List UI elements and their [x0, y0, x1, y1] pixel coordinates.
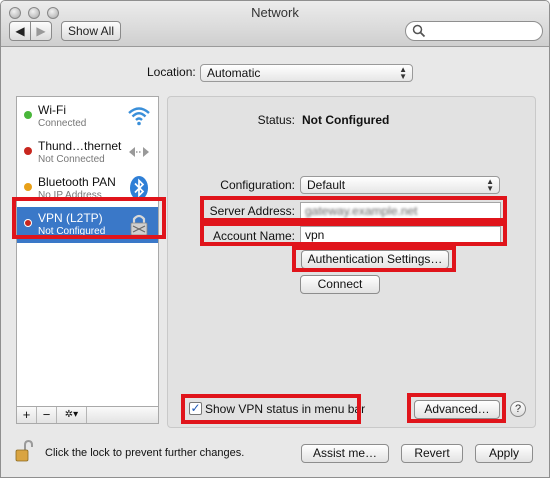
action-menu-button[interactable]: ✲▾ — [57, 407, 87, 423]
search-field[interactable] — [405, 21, 543, 41]
configuration-value: Default — [307, 178, 346, 192]
configuration-popup[interactable]: Default ▲ ▼ — [300, 176, 500, 194]
show-all-button[interactable]: Show All — [61, 21, 121, 41]
apply-button[interactable]: Apply — [475, 444, 533, 463]
location-value: Automatic — [207, 66, 261, 80]
highlight-authentication-settings — [292, 246, 456, 272]
service-status: Not Connected — [38, 154, 105, 165]
highlight-server-address — [200, 196, 507, 222]
lock-message: Click the lock to prevent further change… — [45, 447, 245, 459]
service-name: Bluetooth PAN — [38, 175, 116, 189]
search-icon — [412, 24, 426, 38]
title-bar: Network ◀ ▶ Show All — [1, 1, 549, 47]
help-button[interactable]: ? — [510, 401, 526, 417]
forward-button[interactable]: ▶ — [30, 21, 52, 41]
lock-icon[interactable] — [15, 439, 33, 463]
status-value: Not Configured — [302, 113, 390, 127]
status-dot — [24, 183, 32, 191]
service-list-controls: + − ✲▾ — [16, 406, 159, 424]
service-list: Wi-Fi Connected Thund…thernet Not Connec… — [16, 96, 159, 408]
configuration-label: Configuration: — [220, 178, 295, 192]
service-item-thunderbolt-ethernet[interactable]: Thund…thernet Not Connected — [17, 135, 158, 171]
wifi-icon — [128, 107, 150, 126]
revert-button[interactable]: Revert — [401, 444, 463, 463]
service-status: Connected — [38, 118, 87, 129]
connect-button[interactable]: Connect — [300, 275, 380, 294]
ethernet-arrows-icon — [129, 147, 149, 157]
highlight-vpn-service — [12, 197, 166, 239]
location-label: Location: — [147, 65, 196, 79]
location-popup[interactable]: Automatic ▲ ▼ — [200, 64, 413, 82]
network-preferences-window: Network ◀ ▶ Show All Location: Automatic… — [0, 0, 550, 478]
highlight-account-name — [200, 222, 507, 246]
add-service-button[interactable]: + — [17, 407, 37, 423]
status-dot — [24, 147, 32, 155]
popup-arrows-icon: ▲ ▼ — [486, 177, 494, 193]
highlight-show-vpn-status — [181, 394, 361, 424]
chevron-left-icon: ◀ — [15, 24, 25, 38]
service-name: Wi-Fi — [38, 103, 66, 117]
chevron-right-icon: ▶ — [36, 24, 46, 38]
back-button[interactable]: ◀ — [9, 21, 31, 41]
popup-arrows-icon: ▲ ▼ — [399, 65, 407, 81]
highlight-advanced — [407, 393, 506, 423]
remove-service-button[interactable]: − — [37, 407, 57, 423]
window-title: Network — [251, 5, 299, 20]
service-name: Thund…thernet — [38, 139, 122, 153]
assist-me-button[interactable]: Assist me… — [301, 444, 389, 463]
status-label: Status: — [257, 113, 295, 127]
service-item-wifi[interactable]: Wi-Fi Connected — [17, 99, 158, 135]
status-dot — [24, 111, 32, 119]
